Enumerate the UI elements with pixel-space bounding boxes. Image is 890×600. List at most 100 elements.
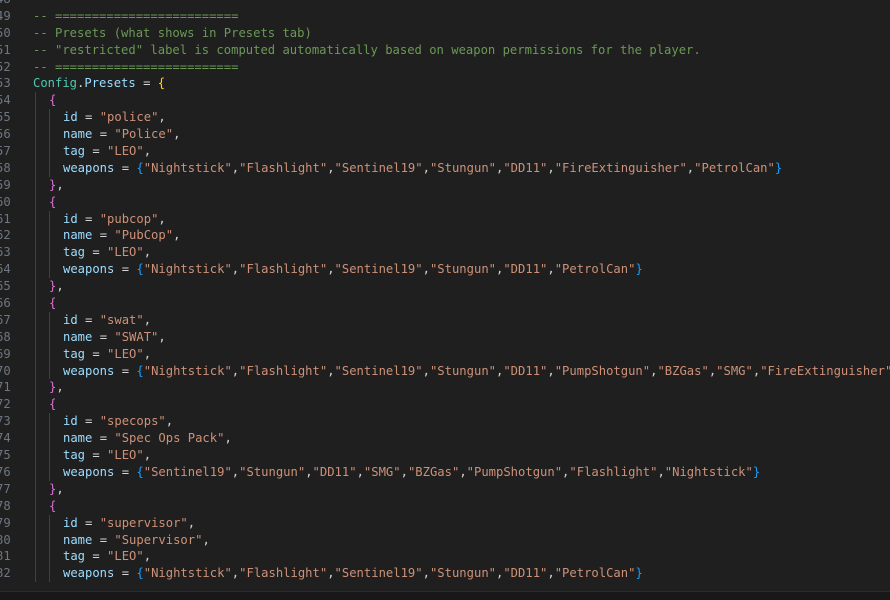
code-line[interactable]: 64weapons = {"Nightstick","Flashlight","…: [0, 261, 890, 279]
code-line[interactable]: 70weapons = {"Nightstick","Flashlight","…: [0, 362, 890, 380]
string-token: "Stungun": [239, 464, 306, 479]
code-line[interactable]: 76weapons = {"Sentinel19","Stungun","DD1…: [0, 463, 890, 481]
code-line[interactable]: 69 tag = "LEO",: [0, 345, 890, 363]
code-line[interactable]: 71},: [0, 379, 890, 397]
line-number: 63: [0, 245, 11, 260]
code-line[interactable]: 53 Config.Presets = {: [0, 75, 890, 92]
status-bar: [0, 591, 890, 600]
indent-guide: [35, 176, 49, 194]
code-line[interactable]: 77},: [0, 480, 890, 498]
identifier-token: id: [63, 312, 78, 327]
indent-guide: [49, 345, 63, 363]
line-code: tag = "LEO",: [33, 244, 151, 262]
identifier-token: tag: [63, 346, 86, 361]
code-line[interactable]: 65},: [0, 278, 890, 296]
code-line[interactable]: 56 name = "Police",: [0, 126, 890, 144]
code-line[interactable]: 48: [0, 0, 890, 8]
line-code: weapons = {"Nightstick","Flashlight","Se…: [33, 159, 782, 177]
editor-lines[interactable]: 4849 -- ========================= 50 -- Pre…: [0, 0, 890, 583]
code-token: =: [77, 414, 100, 429]
line-code: id = "swat",: [33, 311, 152, 329]
string-token: "Stungun": [429, 566, 496, 581]
code-line[interactable]: 67 id = "swat",: [0, 311, 890, 329]
indent-guide: [35, 244, 49, 262]
indent-guide: [35, 565, 49, 583]
code-line[interactable]: 72 {: [0, 396, 890, 414]
code-token: ,: [202, 532, 210, 547]
identifier-token: name: [63, 228, 93, 243]
code-line[interactable]: 52 -- =========================: [0, 59, 890, 76]
bracket-token: }: [635, 262, 643, 277]
code-token: ,: [158, 211, 166, 226]
line-number: 51: [0, 42, 11, 57]
code-token: ,: [173, 127, 181, 142]
code-token: ,: [422, 566, 430, 581]
indent-guide: [35, 430, 49, 448]
code-line[interactable]: 68 name = "SWAT",: [0, 328, 890, 346]
line-number: 58: [0, 160, 11, 175]
code-token: ,: [305, 464, 313, 479]
code-line[interactable]: 62 name = "PubCop",: [0, 227, 890, 245]
string-token: "Flashlight": [239, 566, 328, 581]
string-token: "Police": [114, 127, 174, 142]
line-code: name = "SWAT",: [33, 328, 166, 346]
code-line[interactable]: 50 -- Presets (what shows in Presets tab): [0, 25, 890, 42]
code-line[interactable]: 63 tag = "LEO",: [0, 244, 890, 262]
indent-guide: [35, 126, 49, 144]
code-token: =: [85, 144, 108, 159]
indent-guide: [35, 159, 49, 177]
code-token: ,: [657, 464, 665, 479]
code-line[interactable]: 60 {: [0, 193, 890, 211]
code-line[interactable]: 55 id = "police",: [0, 109, 890, 127]
indent-guide: [35, 345, 49, 363]
code-line[interactable]: 80 name = "Supervisor",: [0, 531, 890, 549]
code-token: ,: [547, 262, 555, 277]
code-line[interactable]: 49 -- =========================: [0, 8, 890, 25]
code-line[interactable]: 74 name = "Spec Ops Pack",: [0, 430, 890, 448]
string-token: "police": [99, 110, 159, 125]
indent-guide: [49, 565, 63, 583]
code-line[interactable]: 73 id = "specops",: [0, 413, 890, 431]
string-token: "DD11": [312, 464, 357, 479]
code-line[interactable]: 54 {: [0, 92, 890, 110]
string-token: "specops": [99, 414, 166, 429]
code-editor[interactable]: 4849 -- ========================= 50 -- Pre…: [0, 0, 890, 600]
code-line[interactable]: 79 id = "supervisor",: [0, 514, 890, 532]
line-number: 53: [0, 76, 11, 91]
indent-guide: [35, 413, 49, 431]
string-token: "Supervisor": [114, 532, 203, 547]
string-token: "DD11": [503, 160, 548, 175]
code-line[interactable]: 78 {: [0, 497, 890, 515]
string-token: "Flashlight": [569, 464, 658, 479]
line-code: tag = "LEO",: [33, 447, 151, 464]
line-code: {: [33, 92, 56, 110]
bracket-token: {: [49, 397, 57, 412]
code-line[interactable]: 61 id = "pubcop",: [0, 210, 890, 228]
string-token: "LEO": [107, 346, 144, 361]
code-line[interactable]: 66 {: [0, 295, 890, 312]
string-token: "PetrolCan": [554, 262, 636, 277]
code-token: ,: [143, 448, 152, 463]
code-token: ,: [143, 312, 152, 327]
indent-guide: [49, 159, 63, 177]
indent-guide: [49, 430, 63, 448]
code-line[interactable]: 75 tag = "LEO",: [0, 447, 890, 464]
code-line[interactable]: 51 -- "restricted" label is computed auto…: [0, 42, 890, 59]
code-token: =: [114, 363, 137, 378]
line-number: 50: [0, 25, 11, 40]
line-number: 55: [0, 110, 11, 125]
code-token: ,: [547, 363, 555, 378]
code-line[interactable]: 82weapons = {"Nightstick","Flashlight","…: [0, 565, 890, 583]
code-line[interactable]: 81 tag = "LEO",: [0, 548, 890, 566]
line-number: 68: [0, 329, 11, 344]
indent-guide: [35, 193, 49, 211]
code-line[interactable]: 58 weapons = {"Nightstick","Flashlight","…: [0, 159, 890, 177]
code-token: ,: [165, 414, 174, 429]
indent-guide: [35, 295, 49, 312]
string-token: "LEO": [107, 144, 144, 159]
identifier-token: weapons: [63, 363, 115, 378]
code-token: ,: [327, 160, 335, 175]
code-line[interactable]: 57 tag = "LEO",: [0, 143, 890, 160]
code-line[interactable]: 59},: [0, 176, 890, 194]
code-token: ,: [56, 279, 64, 294]
